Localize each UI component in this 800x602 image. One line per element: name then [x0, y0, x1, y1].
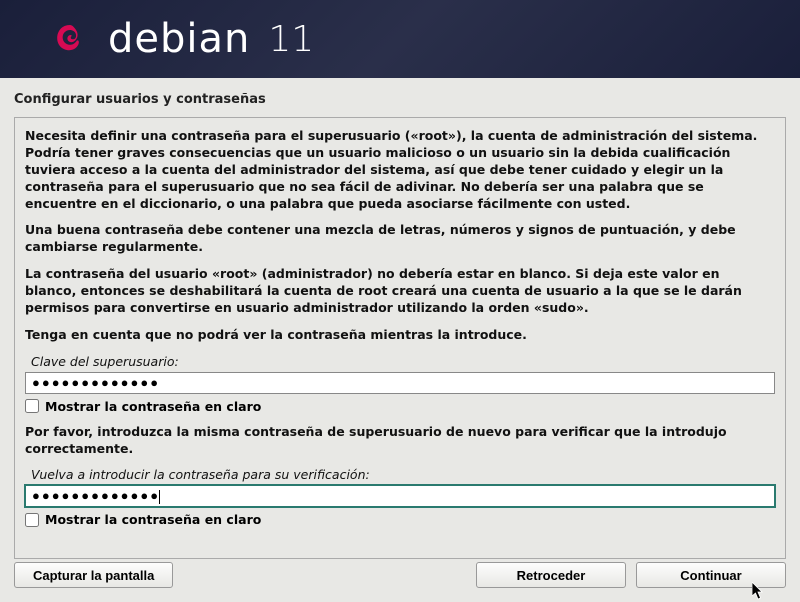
intro-paragraph-2: Una buena contraseña debe contener una m… [25, 222, 775, 256]
back-button[interactable]: Retroceder [476, 562, 626, 588]
root-password-label: Clave del superusuario: [31, 354, 775, 369]
intro-paragraph-4: Tenga en cuenta que no podrá ver la cont… [25, 327, 775, 344]
confirm-password-input[interactable]: ●●●●●●●●●●●●● [25, 485, 775, 507]
show-password-2-label: Mostrar la contraseña en claro [45, 512, 261, 527]
show-password-2-checkbox[interactable] [25, 513, 39, 527]
debian-swirl-icon [50, 19, 90, 59]
confirm-password-label: Vuelva a introducir la contraseña para s… [31, 467, 775, 482]
installer-header: debian 11 [0, 0, 800, 78]
intro-paragraph-3: La contraseña del usuario «root» (admini… [25, 266, 775, 317]
version-number: 11 [268, 19, 314, 60]
show-password-1-checkbox[interactable] [25, 399, 39, 413]
page-title: Configurar usuarios y contraseñas [0, 78, 800, 117]
show-password-1-label: Mostrar la contraseña en claro [45, 399, 261, 414]
content-frame: Necesita definir una contraseña para el … [14, 117, 786, 559]
footer-buttons: Capturar la pantalla Retroceder Continua… [14, 562, 786, 588]
confirm-prompt: Por favor, introduzca la misma contraseñ… [25, 424, 775, 458]
brand-name: debian [108, 16, 250, 62]
screenshot-button[interactable]: Capturar la pantalla [14, 562, 173, 588]
root-password-input[interactable]: ●●●●●●●●●●●●● [25, 372, 775, 394]
continue-button[interactable]: Continuar [636, 562, 786, 588]
intro-paragraph-1: Necesita definir una contraseña para el … [25, 128, 775, 212]
